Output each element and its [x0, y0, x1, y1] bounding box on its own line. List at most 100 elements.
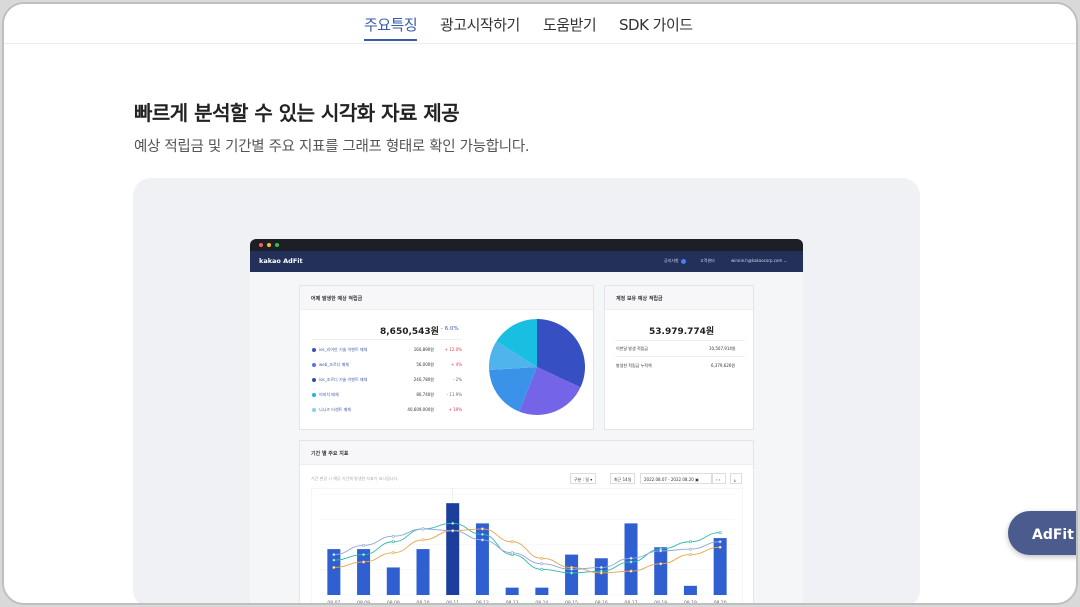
balance-card-title: 계정 보유 예상 적립금	[605, 286, 753, 310]
showcase-panel: kakao AdFit 공지사항 고객센터 winnie.h@kakaocorp…	[133, 178, 920, 605]
legend-bullet-icon	[312, 348, 316, 352]
section-subtitle: 예상 적립금 및 기간별 주요 지표를 그래프 형태로 확인 가능합니다.	[134, 139, 530, 155]
chart-point	[688, 547, 692, 551]
date-range-field[interactable]: 2022.08.07 - 2022.08.20 ▣	[640, 473, 712, 484]
chart-point	[570, 571, 574, 575]
earnings-row-label: web_조르디 매체	[319, 362, 349, 367]
chart-point	[688, 540, 692, 544]
earnings-row-change: + 4%	[451, 362, 462, 367]
x-tick-label: 08.20	[714, 600, 727, 605]
balance-row-value: 6,379,626원	[711, 363, 736, 368]
chart-point	[451, 521, 455, 525]
date-nav-buttons[interactable]: ‹ ›	[712, 473, 726, 484]
legend-bullet-icon	[312, 378, 316, 382]
chart-point	[540, 556, 544, 560]
close-dot-icon	[259, 243, 263, 247]
chart-point	[391, 540, 395, 544]
notice-badge-icon	[680, 258, 686, 264]
earnings-row-change: + 19%	[448, 407, 462, 412]
x-tick-label: 08.08	[357, 600, 370, 605]
earnings-pie-chart	[489, 319, 585, 415]
balance-total: 53.979.774원	[649, 327, 715, 337]
dashboard-body: 어제 발생한 예상 적립금 8,650,543원 - 6.0% ios_리어안 …	[250, 272, 803, 605]
earnings-row: 어피치 매체 80,740원 - 11.9%	[312, 391, 462, 401]
balance-card: 계정 보유 예상 적립금 53.979.774원 이번달 발생 적립금 10,5…	[604, 285, 754, 430]
earnings-card-title: 어제 발생한 예상 적립금	[300, 286, 593, 310]
chart-point	[362, 543, 366, 547]
x-tick-label: 08.11	[446, 600, 459, 605]
chart-plot-area	[311, 488, 743, 603]
adfit-start-button[interactable]: AdFit 시	[1008, 511, 1076, 555]
nav-sdk-guide[interactable]: SDK 가이드	[619, 14, 693, 35]
earnings-row: web_조르디 매체 56,000원 + 4%	[312, 361, 462, 371]
support-link: 고객센터	[700, 258, 715, 263]
balance-divider	[615, 356, 745, 357]
minimize-dot-icon	[267, 243, 271, 247]
chart-point	[332, 558, 336, 562]
chart-point	[659, 549, 663, 553]
chart-bar	[505, 587, 519, 595]
x-tick-label: 08.16	[595, 600, 608, 605]
earnings-row-value: 80,740원	[416, 392, 434, 397]
chart-point	[629, 556, 633, 560]
download-icon[interactable]: ⤓	[730, 473, 742, 484]
chart-point	[570, 567, 574, 571]
x-tick-label: 08.13	[506, 600, 519, 605]
top-navigation: 주요특징 광고시작하기 도움받기 SDK 가이드	[4, 4, 1076, 44]
chart-bar	[446, 503, 460, 595]
dashboard-header: kakao AdFit 공지사항 고객센터 winnie.h@kakaocorp…	[250, 251, 803, 272]
page-content: 빠르게 분석할 수 있는 시각화 자료 제공 예상 적립금 및 기간별 주요 지…	[4, 45, 1076, 603]
earnings-row-value: 240,780원	[413, 377, 434, 382]
earnings-row-value: 56,000원	[416, 362, 434, 367]
earnings-row-label: ios_조르디 기술 이벤트 매체	[319, 377, 368, 382]
chart-point	[599, 571, 603, 575]
adfit-logo: kakao AdFit	[259, 257, 303, 265]
earnings-row-change: + 12.0%	[444, 347, 462, 352]
x-tick-label: 08.07	[327, 600, 340, 605]
section-title: 빠르게 분석할 수 있는 시각화 자료 제공	[134, 101, 460, 125]
chart-bar	[386, 567, 400, 595]
x-tick-label: 08.14	[535, 600, 548, 605]
recent-14-days-button[interactable]: 최근 14일	[610, 473, 636, 484]
chart-point	[451, 529, 455, 533]
period-combo-chart: 08.07 08.08 08.09 08.10 08.11 08.12 08.13 08.14…	[311, 488, 743, 605]
x-tick-label: 08.09	[387, 600, 400, 605]
chart-bar	[683, 585, 697, 595]
app-frame: 주요특징 광고시작하기 도움받기 SDK 가이드 빠르게 분석할 수 있는 시각…	[2, 2, 1078, 605]
earnings-divider	[312, 339, 462, 340]
chart-point	[362, 553, 366, 557]
chart-bar	[565, 554, 579, 595]
x-tick-label: 08.15	[565, 600, 578, 605]
earnings-row-change: - 11.9%	[446, 392, 462, 397]
earnings-row: 니니즈 티센트 매체 40,609,000원 + 19%	[312, 406, 462, 416]
x-tick-label: 08.18	[654, 600, 667, 605]
chart-point	[540, 562, 544, 566]
unit-select[interactable]: 구분 : 일 ▾	[570, 473, 597, 484]
chart-point	[540, 567, 544, 571]
earnings-row-value: 40,609,000원	[407, 407, 434, 412]
earnings-total: 8,650,543원	[380, 327, 439, 337]
chart-point	[718, 531, 722, 535]
legend-bullet-icon	[312, 393, 316, 397]
balance-divider	[615, 340, 745, 341]
x-tick-label: 08.17	[625, 600, 638, 605]
chart-point	[480, 538, 484, 542]
chart-point	[510, 551, 514, 555]
chart-point	[391, 551, 395, 555]
x-tick-label: 08.12	[476, 600, 489, 605]
earnings-row-label: ios_리어안 기술 이벤트 매체	[319, 347, 368, 352]
chart-bar	[594, 558, 608, 595]
earnings-row: ios_리어안 기술 이벤트 매체 160,890원 + 12.0%	[312, 346, 462, 356]
chart-point	[391, 534, 395, 538]
nav-get-started[interactable]: 광고시작하기	[440, 14, 520, 35]
chart-bar	[416, 549, 430, 595]
chart-point	[718, 545, 722, 549]
chart-point	[480, 527, 484, 531]
chart-point	[332, 553, 336, 557]
chart-point	[421, 538, 425, 542]
chart-point	[599, 565, 603, 569]
x-tick-label: 08.19	[684, 600, 697, 605]
nav-help[interactable]: 도움받기	[543, 14, 597, 35]
nav-features[interactable]: 주요특징	[364, 14, 418, 41]
earnings-card: 어제 발생한 예상 적립금 8,650,543원 - 6.0% ios_리어안 …	[299, 285, 594, 430]
